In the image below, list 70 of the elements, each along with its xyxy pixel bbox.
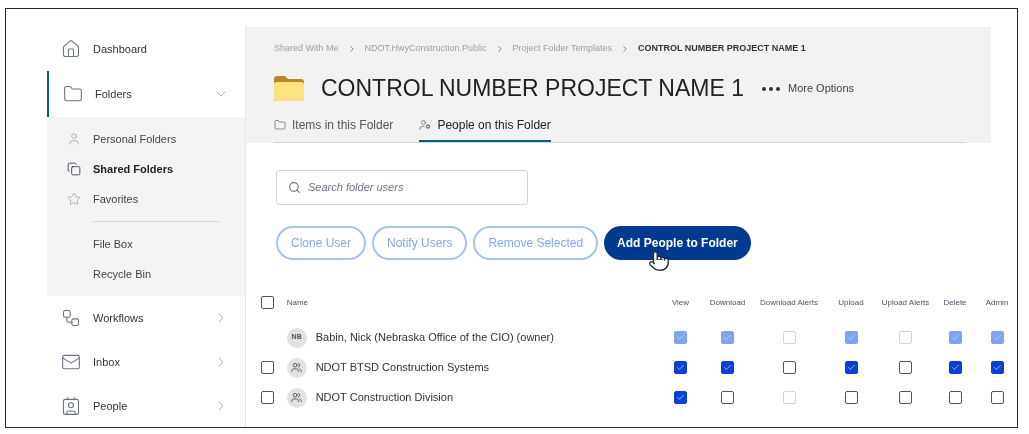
people-icon: [419, 118, 432, 131]
search-icon: [288, 180, 301, 194]
column-header: Upload Alerts: [880, 296, 931, 309]
shared-folders-icon: [67, 162, 81, 176]
hand-cursor-icon: [648, 249, 670, 272]
permission-checkbox[interactable]: [899, 361, 912, 374]
sidebar-subitem[interactable]: Personal Folders: [47, 124, 245, 154]
check-icon: [676, 363, 685, 372]
permission-checkbox[interactable]: [721, 361, 734, 374]
check-icon: [992, 363, 1002, 372]
member-name: Babin, Nick (Nebraska Office of the CIO) (owner): [315, 330, 554, 346]
check-icon: [950, 333, 960, 342]
action-button[interactable]: Add People to Folder: [604, 225, 751, 260]
sidebar-item[interactable]: Workflows: [47, 296, 245, 340]
star-icon: [67, 192, 81, 206]
permission-checkbox[interactable]: [721, 391, 734, 404]
sidebar-item[interactable]: People: [47, 384, 245, 427]
folder-icon: [274, 118, 286, 131]
page-title: CONTROL NUMBER PROJECT NAME 1: [321, 74, 744, 104]
group-avatar: [286, 357, 307, 378]
person-icon: [67, 132, 81, 146]
folder-icon: [63, 84, 83, 104]
permission-checkbox[interactable]: [844, 391, 858, 404]
permission-checkbox[interactable]: [948, 361, 962, 374]
sidebar-subitem[interactable]: Shared Folders: [47, 154, 245, 184]
workflow-icon: [61, 308, 81, 328]
permission-checkbox[interactable]: [990, 361, 1004, 374]
more-icon: [762, 86, 780, 91]
check-icon: [992, 333, 1002, 342]
folder-icon: [274, 76, 304, 101]
column-header: Delete: [942, 296, 968, 309]
tab[interactable]: Items in this Folder: [274, 115, 394, 142]
permission-checkbox[interactable]: [948, 391, 962, 404]
permission-checkbox[interactable]: [990, 391, 1004, 404]
row-checkbox[interactable]: [261, 361, 274, 374]
column-header: Admin: [984, 296, 1010, 309]
check-icon: [846, 333, 856, 342]
check-icon: [846, 363, 856, 372]
more-options-button[interactable]: More Options: [762, 80, 855, 97]
check-icon: [723, 333, 732, 342]
permission-checkbox[interactable]: [782, 361, 796, 374]
sidebar-item[interactable]: Inbox: [47, 340, 245, 384]
sidebar-item[interactable]: Dashboard: [47, 27, 245, 71]
column-header: View: [670, 296, 691, 309]
tab[interactable]: People on this Folder: [419, 115, 551, 142]
column-header: Download Alerts: [759, 296, 819, 309]
column-header: Upload: [837, 296, 865, 309]
mail-icon: [61, 352, 81, 372]
permission-checkbox[interactable]: [899, 391, 912, 404]
row-checkbox[interactable]: [261, 391, 274, 404]
permission-checkbox[interactable]: [844, 361, 858, 374]
column-header: Name: [286, 296, 309, 309]
home-icon: [61, 39, 81, 59]
member-name: NDOT BTSD Construction Systems: [315, 360, 490, 376]
permission-checkbox[interactable]: [674, 361, 687, 374]
check-icon: [723, 363, 732, 372]
sidebar-subitem[interactable]: Recycle Bin: [47, 259, 245, 289]
sidebar-subitem[interactable]: Favorites: [47, 184, 245, 214]
contact-card-icon: [61, 396, 81, 416]
group-avatar: [286, 387, 307, 408]
search-field[interactable]: Search folder users: [276, 169, 528, 205]
breadcrumb-link[interactable]: CONTROL NUMBER PROJECT NAME 1: [637, 42, 806, 56]
check-icon: [676, 393, 685, 402]
member-name: NDOT Construction Division: [315, 390, 453, 406]
sidebar-subitem[interactable]: File Box: [47, 229, 245, 259]
permission-checkbox[interactable]: [674, 391, 687, 404]
check-icon: [676, 333, 685, 342]
check-icon: [950, 363, 960, 372]
select-all-checkbox[interactable]: [261, 296, 274, 309]
column-header: Download: [708, 296, 747, 309]
